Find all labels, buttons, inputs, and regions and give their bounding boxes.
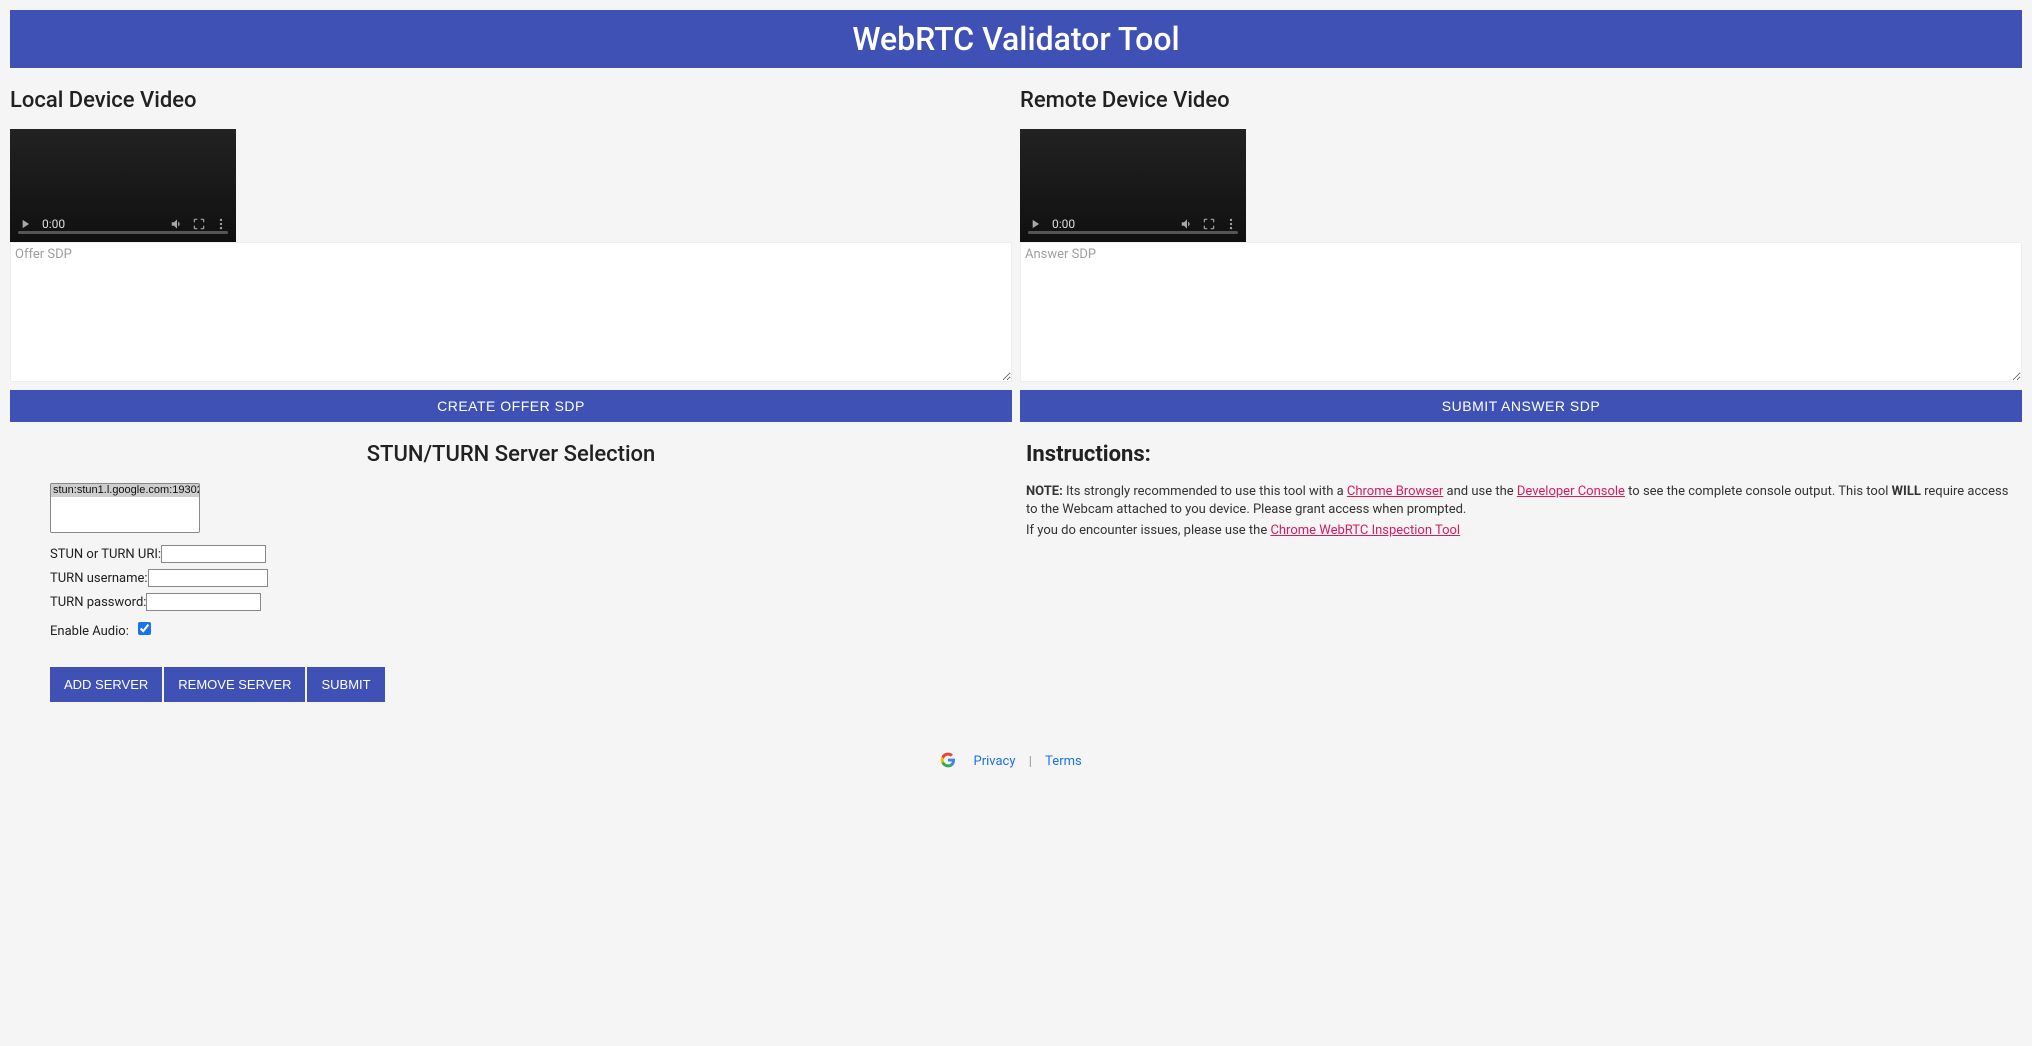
instructions-heading: Instructions:	[1026, 442, 2016, 467]
terms-link[interactable]: Terms	[1045, 754, 1082, 769]
stun-server-option[interactable]: stun:stun1.l.google.com:19302	[51, 484, 199, 497]
remote-video-heading: Remote Device Video	[1020, 88, 2022, 113]
note-label: NOTE:	[1026, 484, 1063, 499]
fullscreen-icon[interactable]	[192, 217, 206, 231]
turn-password-input[interactable]	[146, 593, 261, 611]
add-server-button[interactable]: ADD SERVER	[50, 667, 162, 702]
enable-audio-checkbox[interactable]	[138, 622, 151, 635]
more-icon[interactable]	[1224, 217, 1238, 231]
stun-submit-button[interactable]: SUBMIT	[307, 667, 384, 702]
volume-icon[interactable]	[1180, 217, 1194, 231]
answer-sdp-textarea[interactable]	[1020, 242, 2022, 382]
turn-username-input[interactable]	[148, 569, 268, 587]
instructions-paragraph-2: If you do encounter issues, please use t…	[1026, 522, 2016, 540]
will-label: WILL	[1892, 484, 1921, 499]
fullscreen-icon[interactable]	[1202, 217, 1216, 231]
webrtc-inspection-link[interactable]: Chrome WebRTC Inspection Tool	[1270, 523, 1460, 538]
stun-server-list[interactable]: stun:stun1.l.google.com:19302	[50, 483, 200, 533]
volume-icon[interactable]	[170, 217, 184, 231]
offer-sdp-textarea[interactable]	[10, 242, 1012, 382]
play-icon[interactable]	[18, 217, 32, 231]
turn-password-label: TURN password:	[50, 595, 146, 610]
remote-video-player[interactable]: 0:00	[1020, 129, 1246, 242]
local-video-player[interactable]: 0:00	[10, 129, 236, 242]
page-header: WebRTC Validator Tool	[10, 10, 2022, 68]
remote-video-time: 0:00	[1052, 217, 1075, 231]
submit-answer-sdp-button[interactable]: SUBMIT ANSWER SDP	[1020, 390, 2022, 422]
page-title: WebRTC Validator Tool	[852, 20, 1179, 58]
remote-video-progress[interactable]	[1028, 231, 1238, 234]
developer-console-link[interactable]: Developer Console	[1517, 484, 1625, 499]
stun-uri-input[interactable]	[161, 545, 266, 563]
privacy-link[interactable]: Privacy	[974, 754, 1016, 769]
footer-separator: |	[1029, 754, 1032, 769]
google-logo-icon	[940, 752, 956, 772]
play-icon[interactable]	[1028, 217, 1042, 231]
local-video-heading: Local Device Video	[10, 88, 1012, 113]
create-offer-sdp-button[interactable]: CREATE OFFER SDP	[10, 390, 1012, 422]
turn-username-label: TURN username:	[50, 571, 148, 586]
page-footer: Privacy | Terms	[10, 752, 2022, 772]
instructions-paragraph-1: NOTE: Its strongly recommended to use th…	[1026, 483, 2016, 518]
local-video-time: 0:00	[42, 217, 65, 231]
chrome-browser-link[interactable]: Chrome Browser	[1347, 484, 1443, 499]
local-video-progress[interactable]	[18, 231, 228, 234]
enable-audio-label: Enable Audio:	[50, 624, 129, 639]
stun-uri-label: STUN or TURN URI:	[50, 547, 161, 562]
remove-server-button[interactable]: REMOVE SERVER	[164, 667, 305, 702]
more-icon[interactable]	[214, 217, 228, 231]
stun-section-title: STUN/TURN Server Selection	[50, 442, 972, 467]
